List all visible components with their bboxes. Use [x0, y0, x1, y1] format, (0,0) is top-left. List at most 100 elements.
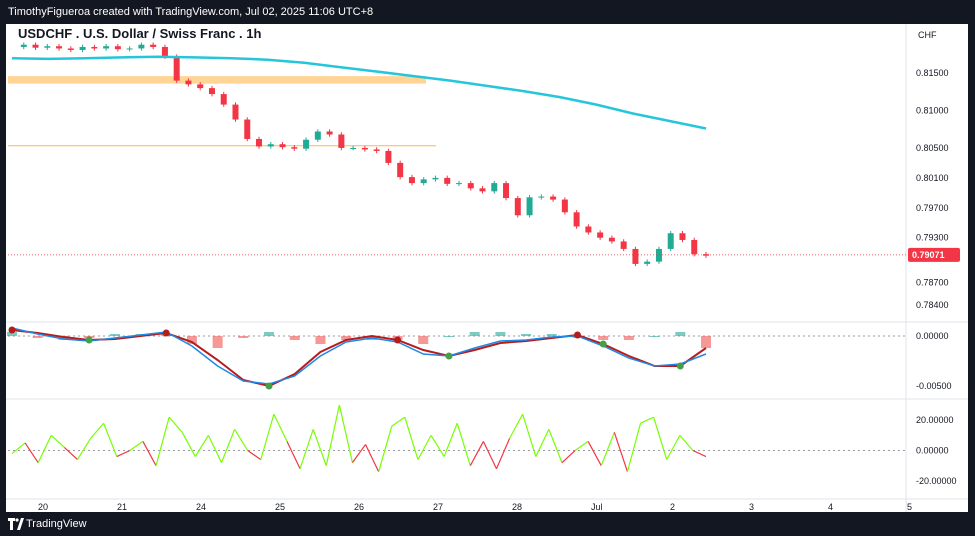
oscillator-segment: [561, 450, 576, 464]
oscillator-segment: [194, 435, 209, 457]
oscillator-segment: [168, 416, 183, 433]
oscillator-segment: [482, 441, 498, 469]
oscillator-segment: [469, 441, 484, 466]
candle-body: [79, 46, 86, 50]
oscillator-segment: [574, 440, 589, 452]
macd-histogram-bar: [212, 336, 223, 348]
oscillator-segment: [626, 423, 642, 472]
oscillator-segment: [312, 429, 327, 466]
oscillator-segment: [587, 441, 602, 466]
oscillator-segment: [234, 428, 249, 451]
oscillator-segment: [11, 442, 26, 455]
chart-svg[interactable]: CHF 0.81500 0.81000 0.80500 0.80100 0.79700 0.…: [6, 24, 968, 512]
oscillator-segment: [325, 404, 340, 466]
time-axis-label: 20: [38, 502, 48, 512]
candle-body: [467, 183, 474, 189]
top-caption-bar: TimothyFigueroa created with TradingView…: [0, 0, 975, 24]
caption-text: TimothyFigueroa created with TradingView…: [8, 6, 374, 18]
candle-body: [514, 198, 521, 216]
candle-body: [397, 162, 404, 178]
candle-body: [185, 80, 192, 85]
macd-histogram-bar: [701, 336, 711, 348]
candle-body: [67, 48, 74, 50]
candle-body: [667, 233, 674, 249]
candle-body: [420, 179, 427, 184]
candle-body: [197, 84, 204, 89]
footer-brand: TradingView: [26, 518, 87, 530]
osc-tick-label: 0.00000: [916, 446, 949, 456]
macd-histogram-bar: [623, 336, 634, 340]
price-tick-label: 0.80500: [916, 143, 949, 153]
time-axis-label: 21: [117, 502, 127, 512]
macd-histogram-bar: [109, 334, 120, 336]
footer-bar: TradingView: [0, 512, 975, 536]
oscillator-segment: [456, 423, 471, 466]
macd-histogram-bar: [32, 336, 43, 338]
time-axis-label: 2: [670, 502, 675, 512]
candle-body: [91, 46, 98, 49]
candle-body: [173, 56, 180, 81]
time-axis-label: 28: [512, 502, 522, 512]
price-tick-label: 0.79300: [916, 233, 949, 243]
oscillator-segment: [430, 435, 445, 457]
macd-crossover-dot: [265, 382, 273, 390]
oscillator-segment: [273, 413, 288, 442]
time-axis-label: Jul: [591, 502, 603, 512]
macd-tick-label: -0.00500: [916, 381, 952, 391]
chart-title: USDCHF . U.S. Dollar / Swiss Franc . 1h: [18, 26, 262, 41]
candle-body: [620, 241, 627, 249]
chart-area[interactable]: CHF 0.81500 0.81000 0.80500 0.80100 0.79700 0.…: [6, 24, 968, 512]
candle-body: [585, 226, 592, 233]
candle-body: [220, 94, 227, 105]
oscillator-segment: [378, 426, 393, 472]
candle-body: [303, 139, 310, 149]
oscillator-segment: [63, 447, 78, 461]
oscillator-segment: [391, 416, 406, 427]
candle-body: [44, 46, 51, 48]
candle-body: [32, 44, 39, 48]
candle-body: [385, 150, 392, 163]
candle-body: [432, 177, 439, 180]
macd-crossover-dot: [162, 329, 170, 337]
last-price-label: 0.79071: [912, 250, 945, 260]
resistance-zone: [8, 76, 426, 84]
price-tick-label: 0.81500: [916, 68, 949, 78]
macd-histogram-bar: [546, 334, 557, 336]
candle-body: [503, 183, 510, 199]
osc-tick-label: -20.00000: [916, 476, 957, 486]
oscillator-segment: [116, 449, 131, 458]
macd-histogram-bar: [469, 332, 480, 336]
oscillator-segment: [692, 449, 707, 458]
oscillator-segment: [548, 429, 563, 463]
candle-body: [314, 131, 321, 140]
candle-body: [455, 183, 462, 185]
oscillator-segment: [653, 416, 668, 460]
candle-body: [103, 46, 110, 49]
candle-body: [126, 48, 133, 50]
oscillator-segment: [76, 438, 92, 460]
candle-body: [161, 46, 168, 57]
oscillator-segment: [417, 435, 432, 460]
price-tick-label: 0.81000: [916, 106, 949, 116]
candle-body: [679, 233, 686, 240]
candle-body: [479, 188, 486, 192]
candle-body: [608, 237, 615, 242]
macd-histogram-bar: [315, 336, 326, 344]
oscillator-segment: [338, 404, 354, 463]
oscillator-segment: [37, 435, 52, 463]
time-axis-label: 24: [196, 502, 206, 512]
candle-body: [597, 232, 604, 238]
macd-tick-label: 0.00000: [916, 331, 949, 341]
candle-body: [350, 147, 357, 149]
oscillator-segment: [495, 438, 511, 469]
macd-crossover-dot: [394, 336, 402, 344]
macd-crossover-dot: [676, 362, 684, 370]
oscillator-segment: [220, 429, 236, 463]
candle-body: [150, 44, 157, 47]
price-tick-label: 0.78400: [916, 300, 949, 310]
candle-body: [408, 177, 415, 184]
candle-body: [267, 144, 274, 147]
oscillator-segment: [50, 434, 65, 448]
candle-body: [208, 88, 215, 95]
candle-body: [691, 239, 698, 255]
